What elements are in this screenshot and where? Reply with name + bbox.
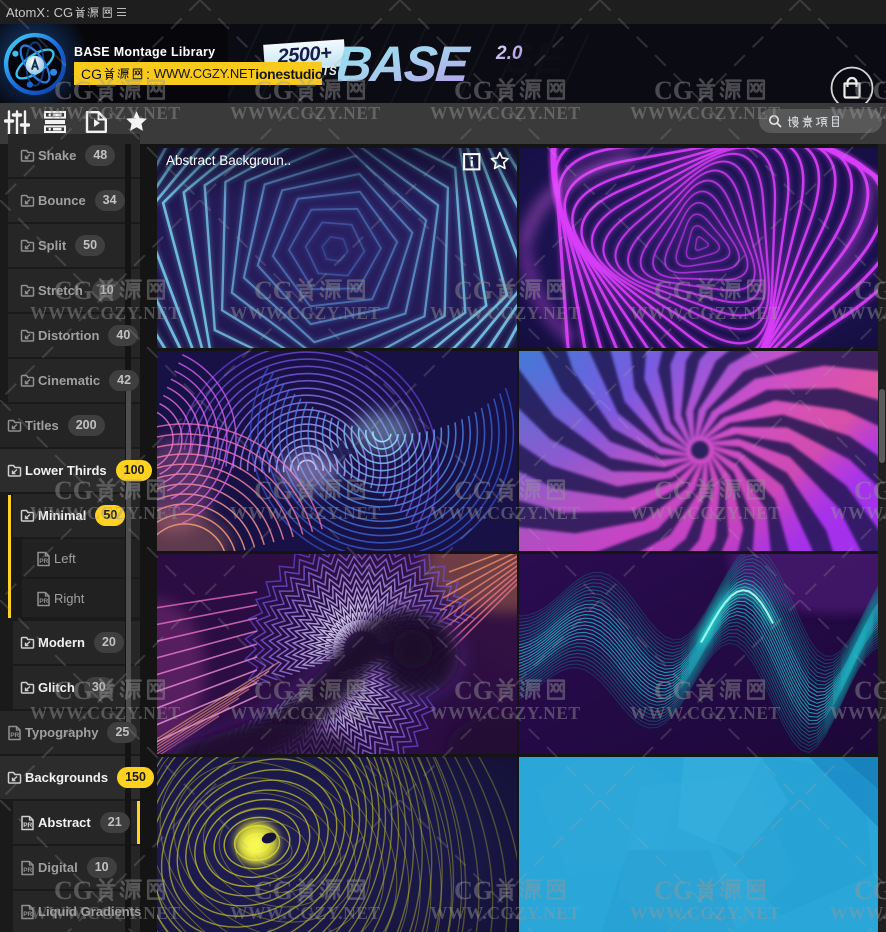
svg-text:BASE: BASE (338, 36, 472, 92)
svg-text:PR: PR (23, 911, 32, 918)
svg-text:PR: PR (23, 822, 32, 829)
svg-text:2.0: 2.0 (495, 43, 523, 64)
svg-text:PR: PR (10, 732, 19, 739)
svg-text:PR: PR (23, 867, 32, 874)
svg-text:PR: PR (39, 558, 48, 565)
svg-text:PR: PR (39, 598, 48, 605)
